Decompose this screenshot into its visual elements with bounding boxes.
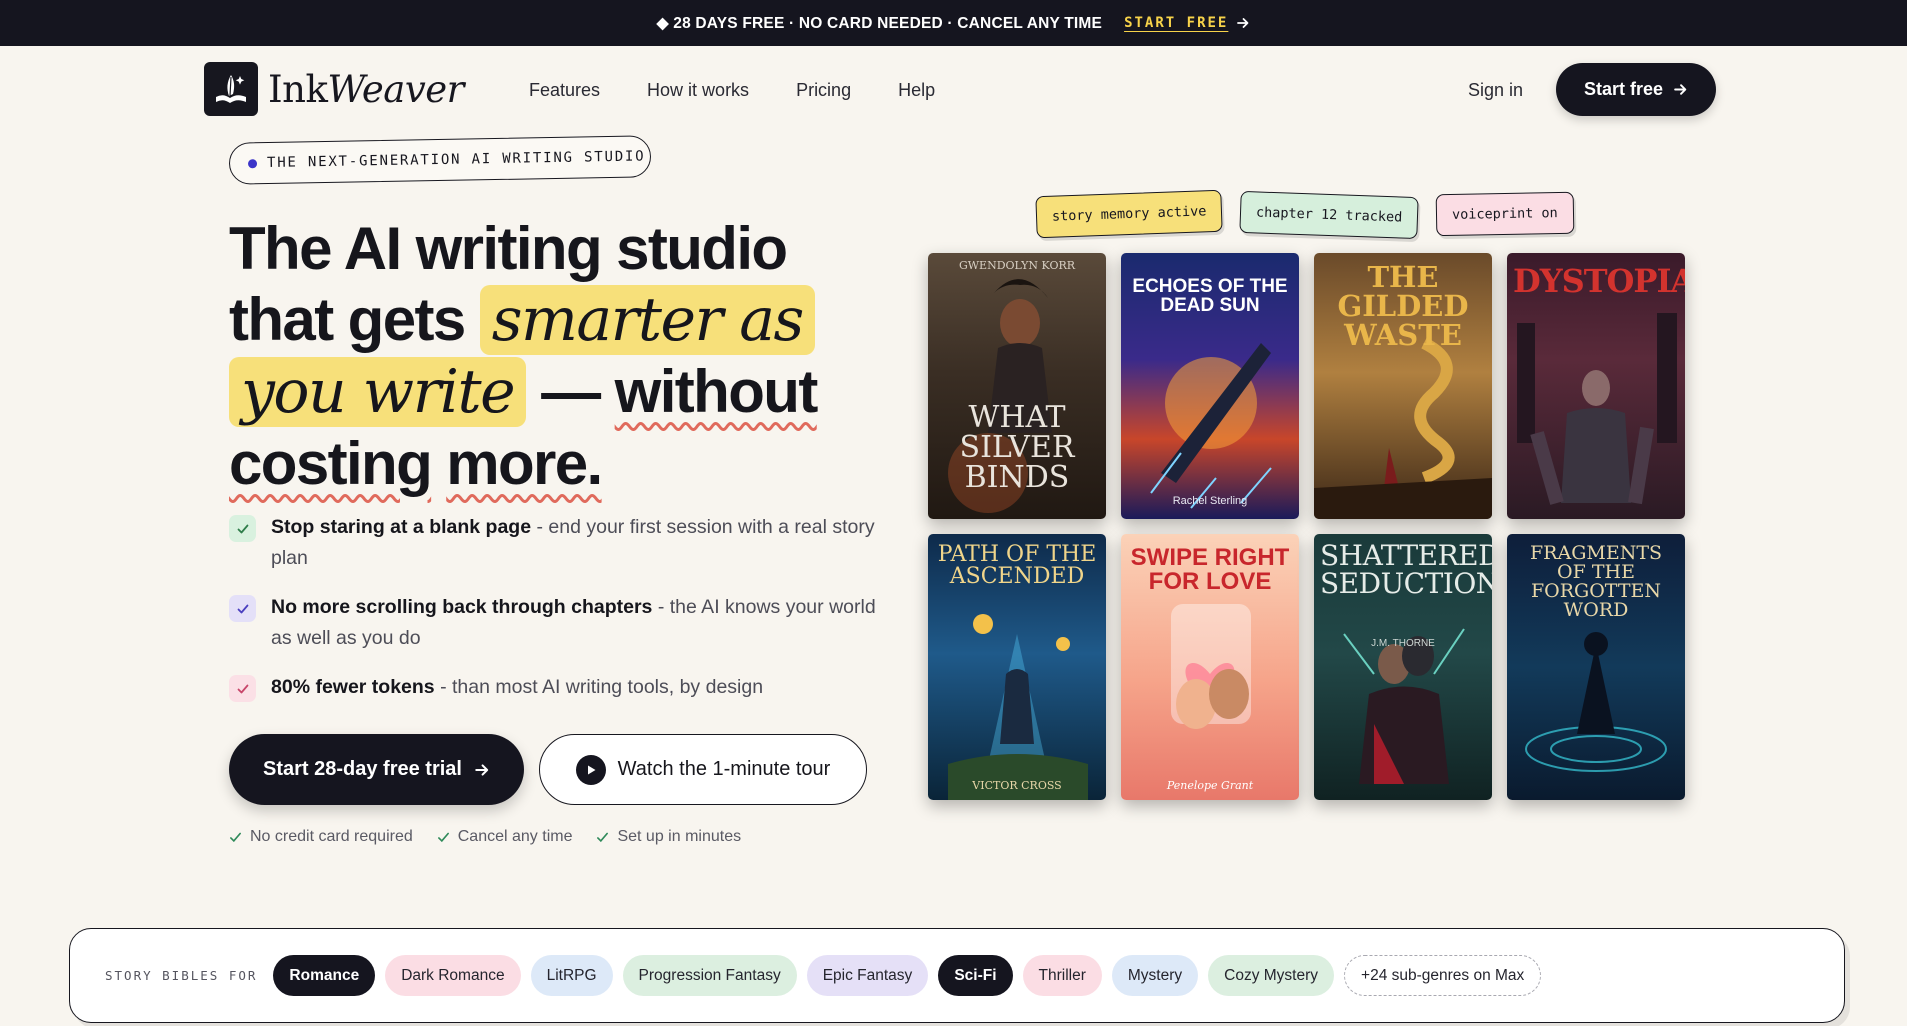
check-icon — [437, 832, 449, 842]
arrow-right-icon — [475, 763, 489, 776]
trust-item: Set up in minutes — [596, 828, 741, 846]
headline-costing: costing — [229, 430, 433, 497]
book-title: SHATTERED SEDUCTION — [1320, 539, 1492, 600]
promo-banner: ◆ 28 DAYS FREE · NO CARD NEEDED · CANCEL… — [0, 0, 1907, 46]
book-author: J.M. THORNE — [1371, 638, 1435, 649]
headline-without: without — [614, 358, 819, 425]
book-title: WHAT SILVER BINDS — [959, 400, 1075, 495]
genre-chip-sci-fi[interactable]: Sci-Fi — [938, 955, 1013, 996]
promo-start-free-link[interactable]: START FREE — [1124, 15, 1250, 31]
book-author: VICTOR CROSS — [972, 779, 1062, 792]
check-icon — [230, 832, 241, 842]
genre-chip-litrpg[interactable]: LitRPG — [530, 955, 613, 996]
tag-chapter-tracked: chapter 12 tracked — [1239, 190, 1419, 240]
genre-chip-thriller[interactable]: Thriller — [1022, 955, 1102, 996]
check-icon — [229, 675, 256, 702]
check-icon — [597, 832, 609, 842]
genre-chip-progression-fantasy[interactable]: Progression Fantasy — [622, 955, 797, 996]
book-cover[interactable]: GWENDOLYN KORR WHAT SILVER BINDS — [928, 253, 1106, 519]
book-cover[interactable]: PATH OF THE ASCENDED VICTOR CROSS — [928, 534, 1106, 800]
genre-chip-dark-romance[interactable]: Dark Romance — [385, 955, 521, 996]
benefit-item: Stop staring at a blank page - end your … — [229, 512, 879, 574]
arrow-right-icon — [1237, 18, 1249, 28]
brand-name-plain: Ink — [268, 67, 328, 111]
tag-label: voiceprint on — [1451, 205, 1558, 223]
nav-pricing[interactable]: Pricing — [796, 80, 851, 101]
book-cover[interactable]: ECHOES OF THE DEAD SUN Rachel Sterling — [1121, 253, 1299, 519]
trust-text: Set up in minutes — [617, 828, 742, 845]
tag-label: chapter 12 tracked — [1255, 204, 1403, 226]
book-title: THE GILDED WASTE — [1337, 260, 1469, 352]
trust-item: No credit card required — [229, 828, 413, 846]
book-author: Penelope Grant — [1166, 779, 1254, 792]
promo-cta-label: START FREE — [1124, 15, 1229, 31]
genre-bar: STORY BIBLES FOR Romance Dark Romance Li… — [69, 928, 1845, 1023]
book-cover[interactable]: SHATTERED SEDUCTION J.M. THORNE — [1314, 534, 1492, 800]
trust-text: Cancel any time — [457, 828, 573, 845]
brand-name: InkWeaver — [268, 68, 464, 111]
watch-tour-label: Watch the 1-minute tour — [617, 758, 831, 780]
book-title: FRAGMENTS OF THE FORGOTTEN WORD — [1529, 542, 1663, 621]
trust-item: Cancel any time — [437, 828, 573, 846]
brand-logo[interactable]: InkWeaver — [204, 62, 464, 116]
book-cover[interactable]: SWIPE RIGHT FOR LOVE Penelope Grant — [1121, 534, 1299, 800]
book-title: PATH OF THE ASCENDED — [937, 542, 1097, 589]
start-trial-button[interactable]: Start 28-day free trial — [229, 734, 524, 805]
genre-chip-cozy-mystery[interactable]: Cozy Mystery — [1208, 955, 1335, 996]
start-trial-label: Start 28-day free trial — [263, 758, 462, 780]
book-title: SWIPE RIGHT FOR LOVE — [1130, 544, 1290, 595]
check-icon — [229, 595, 256, 622]
trust-signals: No credit card required Cancel any time … — [229, 828, 741, 846]
tag-story-memory: story memory active — [1035, 189, 1224, 239]
eyebrow-text: THE NEXT-GENERATION AI WRITING STUDIO — [266, 148, 646, 172]
check-icon — [229, 515, 256, 542]
genre-chip-epic-fantasy[interactable]: Epic Fantasy — [806, 955, 929, 996]
start-free-label: Start free — [1583, 79, 1664, 99]
headline-highlight-1: smarter as — [479, 285, 815, 355]
benefit-item: No more scrolling back through chapters … — [229, 592, 879, 654]
benefit-bold: Stop staring at a blank page — [271, 516, 532, 538]
eyebrow-pill: THE NEXT-GENERATION AI WRITING STUDIO — [228, 135, 652, 185]
genre-bar-label: STORY BIBLES FOR — [105, 968, 258, 983]
nav-links: Features How it works Pricing Help — [529, 80, 935, 101]
headline-dash: — — [541, 358, 601, 425]
promo-message: ◆ 28 DAYS FREE · NO CARD NEEDED · CANCEL… — [656, 14, 1103, 32]
tag-voiceprint: voiceprint on — [1435, 191, 1575, 237]
brand-name-italic: Weaver — [327, 67, 464, 111]
benefit-list: Stop staring at a blank page - end your … — [229, 512, 879, 703]
benefit-item: 80% fewer tokens - than most AI writing … — [229, 672, 879, 703]
benefit-rest: - than most AI writing tools, by design — [434, 676, 764, 698]
dot-icon — [247, 158, 258, 168]
book-cover[interactable]: FRAGMENTS OF THE FORGOTTEN WORD — [1507, 534, 1685, 800]
headline-line-2: that gets — [229, 286, 466, 353]
quill-book-icon — [204, 62, 258, 116]
nav-help[interactable]: Help — [898, 80, 935, 101]
tag-label: story memory active — [1051, 203, 1207, 225]
book-title: DYSTOPIA — [1513, 262, 1685, 300]
benefit-bold: 80% fewer tokens — [271, 676, 435, 698]
genre-chip-romance[interactable]: Romance — [273, 955, 376, 996]
more-genres-chip[interactable]: +24 sub-genres on Max — [1344, 955, 1542, 996]
book-author: GWENDOLYN KORR — [958, 259, 1076, 272]
navbar: InkWeaver Features How it works Pricing … — [0, 46, 1907, 132]
trust-text: No credit card required — [250, 828, 413, 845]
book-title: ECHOES OF THE DEAD SUN — [1132, 276, 1288, 316]
book-cover[interactable]: THE GILDED WASTE — [1314, 253, 1492, 519]
sign-in-link[interactable]: Sign in — [1468, 80, 1523, 101]
play-icon — [575, 754, 606, 785]
book-cover[interactable]: DYSTOPIA — [1507, 253, 1685, 519]
book-author: Rachel Sterling — [1172, 495, 1248, 507]
genre-chip-mystery[interactable]: Mystery — [1111, 955, 1199, 996]
benefit-bold: No more scrolling back through chapters — [271, 596, 653, 618]
watch-tour-button[interactable]: Watch the 1-minute tour — [539, 734, 867, 805]
headline-highlight-2: you write — [229, 357, 527, 427]
arrow-right-icon — [1674, 84, 1687, 95]
start-free-button[interactable]: Start free — [1556, 63, 1716, 116]
nav-features[interactable]: Features — [529, 80, 600, 101]
hero-headline: The AI writing studio that gets smarter … — [229, 213, 869, 499]
headline-more: more. — [446, 430, 603, 497]
nav-how-it-works[interactable]: How it works — [647, 80, 749, 101]
headline-line-1: The AI writing studio — [229, 215, 788, 282]
